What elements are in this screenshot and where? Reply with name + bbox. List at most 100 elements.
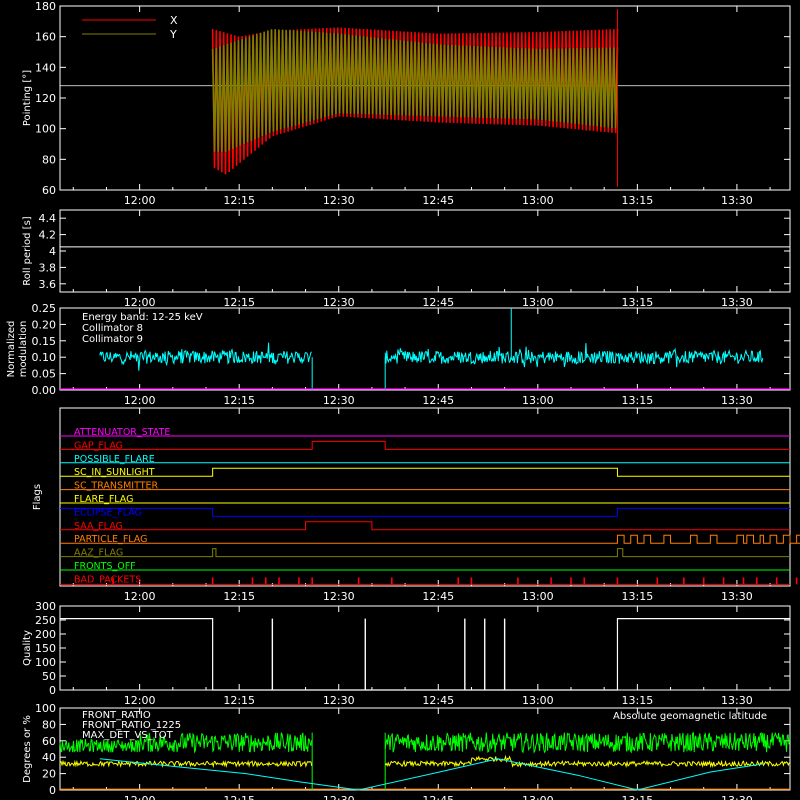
- flags-xtick-label: 12:30: [323, 590, 355, 603]
- pointing-legend-label: X: [170, 14, 178, 27]
- flags-xtick-label: 12:45: [422, 590, 454, 603]
- quality-ytick-label: 300: [35, 600, 56, 613]
- flags-xtick-label: 13:15: [622, 590, 654, 603]
- modulation-xtick-label: 12:00: [124, 394, 156, 407]
- pointing-ylabel: Pointing [°]: [22, 70, 33, 126]
- ratios-ylabel: Degrees or %: [22, 715, 33, 783]
- flag-label: ECLIPSE_FLAG: [74, 507, 142, 518]
- modulation-legend-label: Collimator 8: [82, 323, 143, 334]
- roll-ytick-label: 4.2: [39, 229, 57, 242]
- pointing-xtick-label: 12:30: [323, 194, 355, 207]
- pointing-ytick-label: 60: [42, 184, 56, 197]
- quality-trace: [60, 618, 790, 691]
- modulation-xtick-label: 13:00: [522, 394, 554, 407]
- ratios-front-ratio-1225: [384, 731, 791, 754]
- modulation-ylabel: Normalized: [6, 321, 17, 378]
- ratios-ytick-label: 100: [35, 702, 56, 715]
- roll-ylabel: Roll period [s]: [22, 216, 33, 285]
- quality-ytick-label: 250: [35, 614, 56, 627]
- modulation-xtick-label: 12:30: [323, 394, 355, 407]
- ratios-xtick-label: 12:45: [422, 794, 454, 800]
- roll-xtick-label: 12:45: [422, 296, 454, 309]
- pointing-legend-label: Y: [169, 28, 177, 41]
- modulation-legend-label: Energy band: 12-25 keV: [82, 312, 203, 323]
- pointing-xtick-label: 12:45: [422, 194, 454, 207]
- flags-xtick-label: 12:00: [124, 590, 156, 603]
- quality-xtick-label: 13:30: [721, 694, 753, 707]
- modulation-ytick-label: 0.20: [32, 318, 57, 331]
- modulation-ytick-label: 0.25: [32, 302, 57, 315]
- ratios-ytick-label: 20: [42, 768, 56, 781]
- roll-xtick-label: 13:15: [622, 296, 654, 309]
- ratios-ytick-label: 60: [42, 735, 56, 748]
- ratios-xtick-label: 12:15: [223, 794, 255, 800]
- modulation-xtick-label: 13:15: [622, 394, 654, 407]
- roll-xtick-label: 12:15: [223, 296, 255, 309]
- pointing-ytick-label: 80: [42, 153, 56, 166]
- modulation-legend-label: Collimator 9: [82, 334, 143, 345]
- flags-xtick-label: 13:00: [522, 590, 554, 603]
- roll-xtick-label: 12:30: [323, 296, 355, 309]
- modulation-ytick-label: 0.10: [32, 351, 57, 364]
- flag-trace: [60, 534, 800, 544]
- flag-trace: [60, 440, 790, 450]
- flag-trace: [60, 507, 790, 517]
- quality-xtick-label: 12:45: [422, 694, 454, 707]
- ratios-xtick-label: 12:00: [124, 794, 156, 800]
- quality-xtick-label: 13:00: [522, 694, 554, 707]
- quality-ytick-label: 200: [35, 628, 56, 641]
- quality-ylabel: Quality: [22, 630, 33, 666]
- flag-trace: [60, 521, 790, 531]
- orbit-summary-figure: 12:00 12:15 12:30 12:45 13:00 13:15 13:30 60 80 1…: [0, 0, 800, 800]
- pointing-ytick-label: 160: [35, 31, 56, 44]
- modulation-xtick-label: 13:30: [721, 394, 753, 407]
- modulation-ylabel-line2: modulation: [18, 321, 29, 378]
- ratios-legend-label: MAX_DET_VS_TOT: [82, 730, 174, 741]
- quality-ytick-label: 100: [35, 656, 56, 669]
- flags-xtick-label: 13:30: [721, 590, 753, 603]
- modulation-ytick-label: 0.00: [32, 384, 57, 397]
- quality-xtick-label: 12:15: [223, 694, 255, 707]
- flag-trace: [60, 467, 790, 477]
- roll-plot-frame: [59, 209, 791, 293]
- ratios-ytick-label: 40: [42, 751, 56, 764]
- roll-ytick-label: 3.8: [39, 261, 57, 274]
- pointing-xtick-label: 13:15: [622, 194, 654, 207]
- roll-ytick-label: 4: [49, 245, 56, 258]
- flags-ylabel: Flags: [32, 484, 43, 510]
- ratios-front-ratio: [59, 759, 313, 769]
- roll-xtick-label: 12:00: [124, 296, 156, 309]
- ratios-xtick-label: 13:15: [622, 794, 654, 800]
- ratios-ytick-label: 0: [49, 784, 56, 797]
- ratios-xtick-label: 12:30: [323, 794, 355, 800]
- modulation-xtick-label: 12:45: [422, 394, 454, 407]
- flag-label: BAD_PACKETS: [74, 574, 141, 585]
- quality-ytick-label: 150: [35, 642, 56, 655]
- modulation-collimator8-segment: [384, 343, 764, 368]
- pointing-ytick-label: 140: [35, 61, 56, 74]
- quality-xtick-label: 13:15: [622, 694, 654, 707]
- modulation-ytick-label: 0.05: [32, 368, 57, 381]
- ratios-xtick-label: 13:00: [522, 794, 554, 800]
- modulation-xtick-label: 12:15: [223, 394, 255, 407]
- roll-ytick-label: 4.4: [39, 212, 57, 225]
- quality-xtick-label: 12:30: [323, 694, 355, 707]
- pointing-xtick-label: 13:30: [721, 194, 753, 207]
- quality-ytick-label: 50: [42, 670, 56, 683]
- roll-xtick-label: 13:00: [522, 296, 554, 309]
- chart-stack: 12:00 12:15 12:30 12:45 13:00 13:15 13:30 60 80 1…: [6, 0, 800, 800]
- quality-ytick-label: 0: [49, 684, 56, 697]
- ratios-front-ratio: [384, 754, 790, 769]
- flag-trace: [60, 548, 790, 558]
- quality-xtick-label: 12:00: [124, 694, 156, 707]
- pointing-xtick-label: 12:15: [223, 194, 255, 207]
- ratios-legend-latitude: Absolute geomagnetic latitude: [613, 711, 767, 722]
- pointing-ytick-label: 120: [35, 92, 56, 105]
- pointing-xtick-label: 13:00: [522, 194, 554, 207]
- pointing-xtick-label: 12:00: [124, 194, 156, 207]
- modulation-collimator8-segment: [99, 342, 312, 371]
- ratios-xtick-label: 13:30: [721, 794, 753, 800]
- roll-xtick-label: 13:30: [721, 296, 753, 309]
- roll-ytick-label: 3.6: [39, 278, 57, 291]
- pointing-ytick-label: 180: [35, 0, 56, 13]
